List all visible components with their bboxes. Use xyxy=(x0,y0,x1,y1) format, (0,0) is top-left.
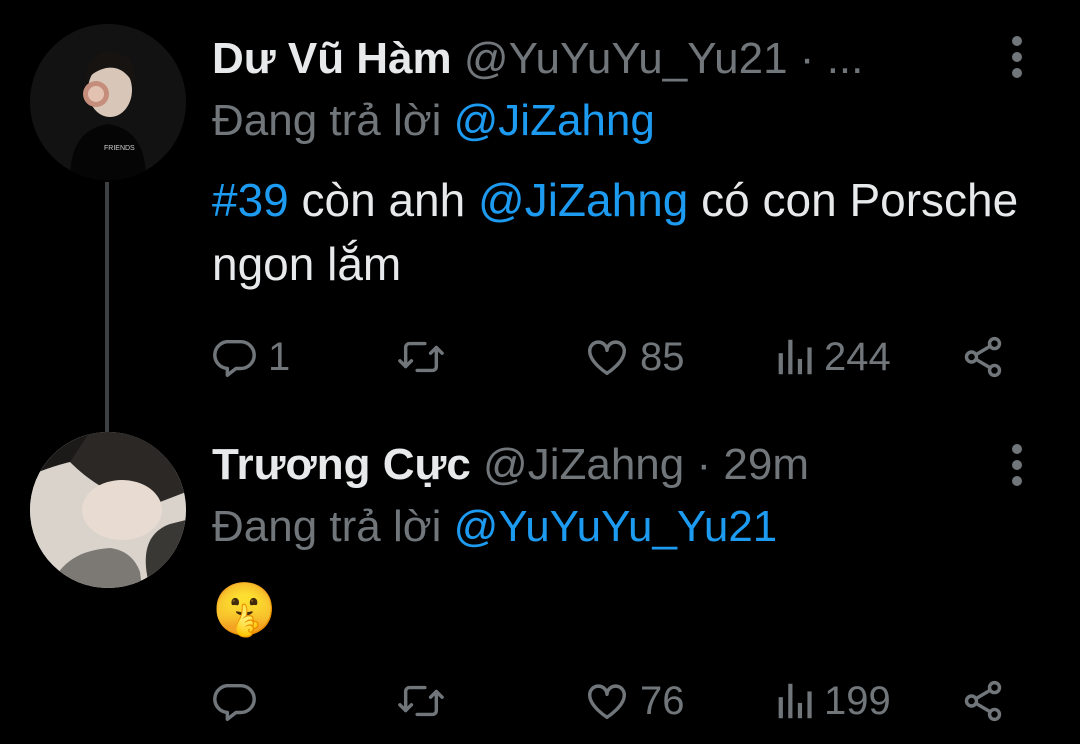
replying-to-mention[interactable]: @YuYuYu_Yu21 xyxy=(454,502,778,551)
reply-icon xyxy=(213,339,256,377)
replying-to: Đang trả lời @YuYuYu_Yu21 xyxy=(212,500,777,554)
avatar[interactable] xyxy=(30,432,186,588)
tweet-header: Dư Vũ Hàm @YuYuYu_Yu21 · ... xyxy=(212,32,863,86)
views-button[interactable]: 199 xyxy=(774,674,891,728)
reply-count: 1 xyxy=(268,334,291,379)
replying-to: Đang trả lời @JiZahng xyxy=(212,94,655,148)
avatar-image xyxy=(30,432,186,588)
reply-button[interactable]: 1 xyxy=(212,330,290,384)
like-button[interactable]: 76 xyxy=(584,674,685,728)
share-icon xyxy=(964,680,1002,722)
retweet-icon xyxy=(398,685,444,717)
view-count: 244 xyxy=(824,334,891,379)
retweet-button[interactable] xyxy=(396,330,456,384)
avatar[interactable]: FRIENDS xyxy=(30,24,186,180)
retweet-button[interactable] xyxy=(396,674,456,728)
share-button[interactable] xyxy=(960,330,1006,384)
reply-button[interactable] xyxy=(212,674,268,728)
views-button[interactable]: 244 xyxy=(774,330,891,384)
replying-to-label: Đang trả lời xyxy=(212,502,442,551)
thread-connector-line xyxy=(105,182,109,432)
tweet-text-segment: còn anh xyxy=(288,174,479,226)
tweet[interactable]: Trương Cực @JiZahng · 29m Đang trả lời @… xyxy=(0,410,1080,744)
heart-icon xyxy=(588,340,626,376)
display-name[interactable]: Trương Cực xyxy=(212,440,471,489)
separator-dot: · xyxy=(799,34,815,83)
like-count: 85 xyxy=(640,334,685,379)
display-name[interactable]: Dư Vũ Hàm xyxy=(212,34,452,83)
share-icon xyxy=(964,336,1002,378)
heart-icon xyxy=(588,684,626,720)
username-handle[interactable]: @YuYuYu_Yu21 xyxy=(464,34,788,83)
views-icon xyxy=(778,683,812,719)
mention-link[interactable]: @JiZahng xyxy=(478,174,688,226)
tweet-header: Trương Cực @JiZahng · 29m xyxy=(212,438,809,492)
avatar-image: FRIENDS xyxy=(30,24,186,180)
hashtag-link[interactable]: #39 xyxy=(212,174,289,226)
more-vertical-icon[interactable] xyxy=(1000,442,1034,488)
replying-to-label: Đang trả lời xyxy=(212,96,442,145)
tweet[interactable]: FRIENDS Dư Vũ Hàm @YuYuYu_Yu21 · ... Đan… xyxy=(0,0,1080,432)
svg-text:FRIENDS: FRIENDS xyxy=(104,145,135,152)
tweet-actions: 1 85 244 xyxy=(212,330,1012,384)
shushing-face-emoji: 🤫 xyxy=(212,580,277,640)
tweet-actions: 76 199 xyxy=(212,674,1012,728)
retweet-icon xyxy=(398,341,444,373)
reply-icon xyxy=(213,683,256,721)
timestamp[interactable]: 29m xyxy=(723,440,809,489)
replying-to-mention[interactable]: @JiZahng xyxy=(454,96,655,145)
tweet-text: 🤫 xyxy=(212,578,1032,643)
username-handle[interactable]: @JiZahng xyxy=(483,440,684,489)
timestamp[interactable]: ... xyxy=(827,34,864,83)
share-button[interactable] xyxy=(960,674,1006,728)
tweet-text: #39 còn anh @JiZahng có con Porsche ngon… xyxy=(212,168,1032,296)
like-count: 76 xyxy=(640,678,685,723)
views-icon xyxy=(778,339,812,375)
view-count: 199 xyxy=(824,678,891,723)
more-vertical-icon[interactable] xyxy=(1000,34,1034,80)
separator-dot: · xyxy=(696,440,712,489)
like-button[interactable]: 85 xyxy=(584,330,685,384)
